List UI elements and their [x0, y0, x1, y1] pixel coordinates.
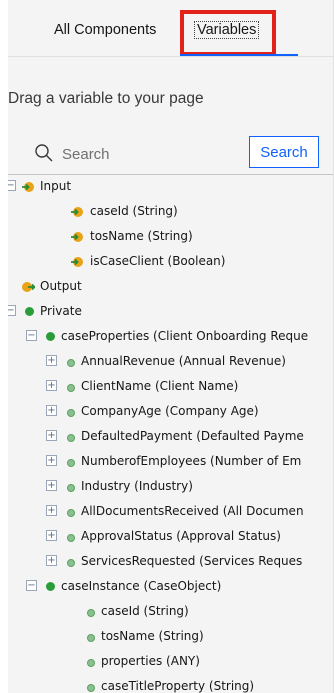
expand-toggle[interactable]: + [46, 455, 57, 466]
tree-node-label: Input [40, 179, 72, 193]
field-icon [87, 609, 95, 617]
search-button[interactable]: Search [249, 136, 319, 168]
expand-toggle[interactable]: + [46, 480, 57, 491]
search-icon [35, 144, 53, 162]
field-icon [67, 559, 75, 567]
expand-toggle[interactable]: + [46, 405, 57, 416]
tree-leaf-label: caseTitleProperty (String) [101, 679, 255, 693]
tab-bar: All Components Variables [8, 0, 334, 57]
tree-node-label: Output [40, 279, 82, 293]
collapse-toggle[interactable]: − [8, 180, 16, 191]
instructions-text: Drag a variable to your page [8, 90, 204, 107]
search-row: Search [8, 136, 334, 172]
tree-node-label: DefaultedPayment (Defaulted Payme [81, 429, 304, 443]
tree-node-label: Industry (Industry) [81, 479, 193, 493]
tree-leaf-label: isCaseClient (Boolean) [90, 254, 226, 268]
left-edge [0, 0, 8, 693]
tree-leaf-label: tosName (String) [90, 229, 193, 243]
field-icon [87, 659, 95, 667]
input-variable-icon [71, 257, 83, 267]
collapse-toggle[interactable]: − [8, 305, 16, 316]
expand-toggle[interactable]: + [46, 430, 57, 441]
tree-node-label: ServicesRequested (Services Reques [81, 554, 303, 568]
tree-node-label: CompanyAge (Company Age) [81, 404, 259, 418]
private-variable-icon [25, 307, 34, 316]
field-icon [87, 634, 95, 642]
field-icon [67, 484, 75, 492]
tree-node-label: caseInstance (CaseObject) [61, 579, 222, 593]
private-variable-icon [46, 582, 55, 591]
tree-leaf-label: caseId (String) [101, 604, 189, 618]
field-icon [67, 534, 75, 542]
output-arrow-icon [22, 282, 35, 292]
search-input[interactable] [58, 140, 246, 168]
field-icon [67, 459, 75, 467]
collapse-toggle[interactable]: − [26, 330, 37, 341]
collapse-toggle[interactable]: − [26, 580, 37, 591]
expand-toggle[interactable]: + [46, 380, 57, 391]
tree-node-label: AllDocumentsReceived (All Documen [81, 504, 304, 518]
expand-toggle[interactable]: + [46, 555, 57, 566]
tree-node-label: Private [40, 304, 82, 318]
field-icon [67, 434, 75, 442]
field-icon [67, 409, 75, 417]
variable-tree: − Input caseId (String) tosName (String) [8, 175, 334, 693]
tree-node-label: NumberofEmployees (Number of Em [81, 454, 302, 468]
field-icon [67, 384, 75, 392]
variables-panel: All Components Variables Drag a variable… [8, 0, 334, 693]
expand-toggle[interactable]: + [46, 505, 57, 516]
tab-variables[interactable]: Variables [194, 21, 260, 39]
divider [8, 56, 334, 57]
field-icon [87, 684, 95, 692]
input-variable-icon [71, 207, 83, 217]
tree-leaf-label: properties (ANY) [101, 654, 200, 668]
tab-all-components[interactable]: All Components [54, 22, 156, 38]
expand-toggle[interactable]: + [46, 530, 57, 541]
tree-node-label: ClientName (Client Name) [81, 379, 239, 393]
field-icon [67, 359, 75, 367]
private-variable-icon [46, 332, 55, 341]
tree-node-label: caseProperties (Client Onboarding Reque [61, 329, 309, 343]
tree-leaf-label: tosName (String) [101, 629, 204, 643]
expand-toggle[interactable]: + [46, 355, 57, 366]
tree-leaf-label: caseId (String) [90, 204, 178, 218]
input-arrow-icon [22, 182, 34, 192]
field-icon [67, 509, 75, 517]
tree-node-label: ApprovalStatus (Approval Status) [81, 529, 281, 543]
input-variable-icon [71, 232, 83, 242]
tree-node-label: AnnualRevenue (Annual Revenue) [81, 354, 286, 368]
